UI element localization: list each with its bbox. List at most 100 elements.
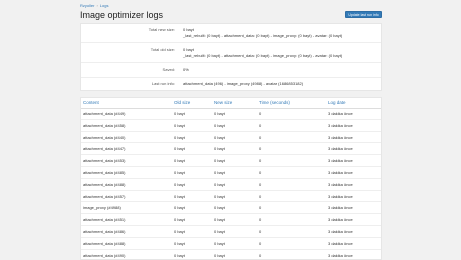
table-row: attachment_data (#449) 0 bayt 0 bayt 0 3 dak… — [81, 108, 381, 120]
cell-content: attachment_data (#485) — [83, 170, 126, 175]
cell-log-date: 3 dakika önce — [328, 229, 353, 234]
page-title: Image optimizer logs — [80, 10, 164, 20]
cell-new-size: 0 bayt — [214, 134, 225, 140]
cell-time: 0 — [259, 134, 262, 140]
cell-time: 0 — [259, 252, 262, 258]
cell-new-size: 0 bayt — [214, 193, 225, 199]
cell-old-size: 0 bayt — [174, 205, 185, 211]
cell-old-size: 0 bayt — [174, 158, 185, 164]
cell-content: attachment_data (#447) — [83, 146, 126, 152]
cell-old-size: 0 bayt — [174, 122, 185, 128]
summary-value: attachment_data (496) - image_proxy (498… — [183, 81, 304, 86]
column-header-content[interactable]: Content — [83, 100, 99, 105]
page: Rzyoller › Logs Image optimizer logs Updat… — [0, 0, 461, 260]
summary-value: 0% — [183, 67, 189, 72]
summary-value-detail: _last_rebuilt: (0 bayt) - attachment_dat… — [183, 33, 343, 38]
table-row: attachment_data (#490) 0 bayt 0 bayt 0 3 dak… — [81, 250, 381, 259]
cell-old-size: 0 bayt — [174, 170, 185, 175]
cell-new-size: 0 bayt — [214, 229, 225, 234]
cell-log-date: 3 dakika önce — [328, 170, 353, 175]
table-row: attachment_data (#458) 0 bayt 0 bayt 0 3 dak… — [81, 120, 381, 132]
cell-new-size: 0 bayt — [214, 181, 225, 187]
breadcrumb-root-link[interactable]: Rzyoller — [80, 3, 94, 8]
cell-log-date: 3 dakika önce — [328, 217, 353, 223]
breadcrumb-current-link[interactable]: Logs — [100, 3, 109, 8]
cell-log-date: 3 dakika önce — [328, 193, 353, 199]
cell-old-size: 0 bayt — [174, 111, 185, 116]
cell-log-date: 3 dakika önce — [328, 240, 353, 246]
cell-content: attachment_data (#490) — [83, 252, 126, 258]
table-row: attachment_data (#488) 0 bayt 0 bayt 0 3 dak… — [81, 179, 381, 191]
cell-old-size: 0 bayt — [174, 134, 185, 140]
summary-divider — [81, 77, 381, 78]
summary-value-detail: _last_rebuilt: (0 bayt) - attachment_dat… — [183, 53, 343, 58]
cell-new-size: 0 bayt — [214, 217, 225, 223]
cell-new-size: 0 bayt — [214, 122, 225, 128]
summary-label: Total old size: — [150, 47, 175, 52]
cell-time: 0 — [259, 146, 262, 152]
cell-time: 0 — [259, 229, 262, 234]
table-row: attachment_data (#453) 0 bayt 0 bayt 0 3 dak… — [81, 155, 381, 167]
cell-new-size: 0 bayt — [214, 240, 225, 246]
cell-content: attachment_data (#451) — [83, 217, 126, 223]
summary-panel: Total new size: 0 bayt _last_rebuilt: (0… — [80, 23, 382, 91]
breadcrumb-separator: › — [96, 3, 98, 8]
cell-content: attachment_data (#488) — [83, 181, 126, 187]
cell-old-size: 0 bayt — [174, 181, 185, 187]
column-header-log-date[interactable]: Log date — [328, 100, 346, 105]
cell-content: image_proxy (#4988) — [83, 205, 121, 211]
cell-time: 0 — [259, 122, 262, 128]
cell-time: 0 — [259, 217, 262, 223]
table-row: attachment_data (#440) 0 bayt 0 bayt 0 3 dak… — [81, 132, 381, 144]
cell-old-size: 0 bayt — [174, 229, 185, 234]
cell-content: attachment_data (#488) — [83, 240, 126, 246]
summary-label: Last run info: — [151, 81, 175, 86]
cell-log-date: 3 dakika önce — [328, 181, 353, 187]
cell-time: 0 — [259, 181, 262, 187]
column-header-old-size[interactable]: Old size — [174, 100, 190, 105]
cell-content: attachment_data (#449) — [83, 111, 126, 116]
cell-old-size: 0 bayt — [174, 240, 185, 246]
cell-content: attachment_data (#486) — [83, 229, 126, 234]
cell-new-size: 0 bayt — [214, 205, 225, 211]
table-row: image_proxy (#4988) 0 bayt 0 bayt 0 3 dakika… — [81, 202, 381, 215]
cell-old-size: 0 bayt — [174, 217, 185, 223]
breadcrumb: Rzyoller › Logs — [80, 3, 108, 8]
cell-content: attachment_data (#457) — [83, 193, 126, 199]
cell-content: attachment_data (#453) — [83, 158, 126, 164]
cell-log-date: 3 dakika önce — [328, 134, 353, 140]
cell-new-size: 0 bayt — [214, 252, 225, 258]
cell-time: 0 — [259, 170, 262, 175]
cell-new-size: 0 bayt — [214, 158, 225, 164]
cell-log-date: 3 dakika önce — [328, 146, 353, 152]
table-row: attachment_data (#447) 0 bayt 0 bayt 0 3 dak… — [81, 143, 381, 156]
cell-new-size: 0 bayt — [214, 111, 225, 116]
column-header-new-size[interactable]: New size — [214, 100, 232, 105]
logs-table: Content Old size New size Time (seconds)… — [80, 97, 382, 260]
cell-log-date: 3 dakika önce — [328, 122, 353, 128]
cell-content: attachment_data (#440) — [83, 134, 126, 140]
cell-time: 0 — [259, 158, 262, 164]
summary-label: Total new size: — [148, 27, 175, 32]
cell-time: 0 — [259, 240, 262, 246]
column-header-time[interactable]: Time (seconds) — [259, 100, 290, 105]
cell-log-date: 3 dakika önce — [328, 111, 353, 116]
cell-time: 0 — [259, 193, 262, 199]
cell-log-date: 3 dakika önce — [328, 252, 353, 258]
cell-log-date: 3 dakika önce — [328, 205, 353, 211]
table-row: attachment_data (#488) 0 bayt 0 bayt 0 3 dak… — [81, 238, 381, 250]
cell-old-size: 0 bayt — [174, 252, 185, 258]
summary-divider — [81, 42, 381, 43]
table-row: attachment_data (#457) 0 bayt 0 bayt 0 3 dak… — [81, 191, 381, 203]
table-row: attachment_data (#451) 0 bayt 0 bayt 0 3 dak… — [81, 214, 381, 226]
cell-time: 0 — [259, 205, 262, 211]
summary-divider — [81, 62, 381, 63]
cell-new-size: 0 bayt — [214, 146, 225, 152]
cell-time: 0 — [259, 111, 262, 116]
cell-log-date: 3 dakika önce — [328, 158, 353, 164]
update-last-run-info-button[interactable]: Update last run info — [345, 11, 382, 18]
cell-old-size: 0 bayt — [174, 193, 185, 199]
summary-label: Saved: — [162, 67, 175, 72]
cell-new-size: 0 bayt — [214, 170, 225, 175]
cell-old-size: 0 bayt — [174, 146, 185, 152]
